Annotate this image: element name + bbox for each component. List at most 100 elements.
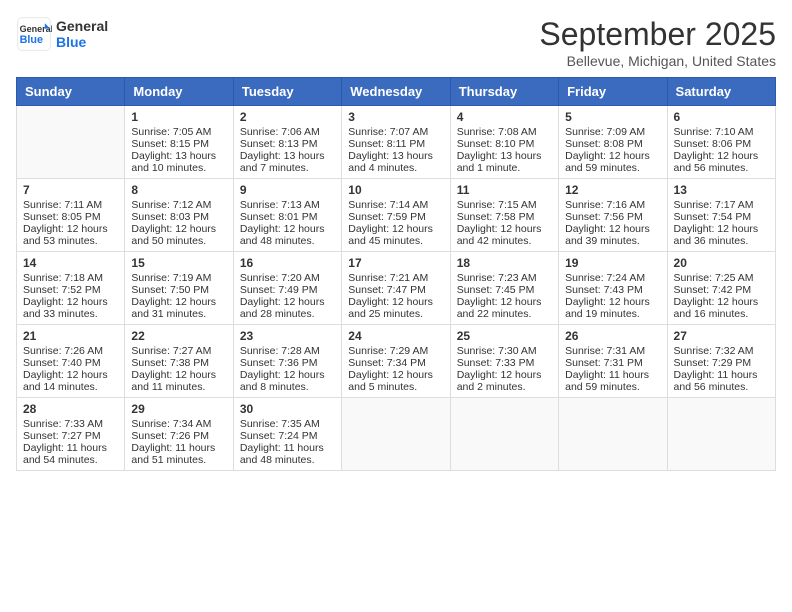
day-number: 9	[240, 183, 335, 197]
day-info-line: Sunrise: 7:29 AM	[348, 345, 443, 357]
day-number: 7	[23, 183, 118, 197]
day-info-line: Sunset: 7:49 PM	[240, 284, 335, 296]
day-info-line: and 39 minutes.	[565, 235, 660, 247]
calendar-cell: 24Sunrise: 7:29 AMSunset: 7:34 PMDayligh…	[342, 325, 450, 398]
day-info-line: Sunrise: 7:14 AM	[348, 199, 443, 211]
calendar-cell: 8Sunrise: 7:12 AMSunset: 8:03 PMDaylight…	[125, 179, 233, 252]
calendar-cell: 21Sunrise: 7:26 AMSunset: 7:40 PMDayligh…	[17, 325, 125, 398]
day-info-line: Daylight: 11 hours	[240, 442, 335, 454]
calendar-cell: 7Sunrise: 7:11 AMSunset: 8:05 PMDaylight…	[17, 179, 125, 252]
day-info-line: Sunset: 7:36 PM	[240, 357, 335, 369]
calendar-cell	[450, 398, 558, 471]
day-info-line: Sunset: 8:06 PM	[674, 138, 769, 150]
day-info-line: and 10 minutes.	[131, 162, 226, 174]
day-number: 4	[457, 110, 552, 124]
month-title: September 2025	[539, 16, 776, 53]
calendar-cell: 2Sunrise: 7:06 AMSunset: 8:13 PMDaylight…	[233, 106, 341, 179]
calendar-week-4: 28Sunrise: 7:33 AMSunset: 7:27 PMDayligh…	[17, 398, 776, 471]
day-number: 2	[240, 110, 335, 124]
calendar-cell: 9Sunrise: 7:13 AMSunset: 8:01 PMDaylight…	[233, 179, 341, 252]
day-info-line: Daylight: 12 hours	[674, 223, 769, 235]
day-info-line: Sunrise: 7:24 AM	[565, 272, 660, 284]
day-info-line: Sunrise: 7:12 AM	[131, 199, 226, 211]
day-info-line: Sunrise: 7:34 AM	[131, 418, 226, 430]
day-info-line: Sunset: 7:27 PM	[23, 430, 118, 442]
day-number: 8	[131, 183, 226, 197]
day-number: 17	[348, 256, 443, 270]
day-info-line: Sunrise: 7:28 AM	[240, 345, 335, 357]
day-number: 15	[131, 256, 226, 270]
calendar-cell	[667, 398, 775, 471]
day-info-line: Daylight: 11 hours	[674, 369, 769, 381]
calendar-week-3: 21 Sunrise: 7:26 AMSunset: 7:40 PM Dayligh…	[17, 325, 776, 398]
day-info-line: Sunset: 7:43 PM	[565, 284, 660, 296]
day-info-line: Sunrise: 7:15 AM	[457, 199, 552, 211]
day-info-line: Sunset: 8:05 PM	[23, 211, 118, 223]
day-info-line: and 7 minutes.	[240, 162, 335, 174]
day-info-line: Daylight: 12 hours	[457, 223, 552, 235]
day-number: 6	[674, 110, 769, 124]
day-info-line: Daylight: 11 hours	[23, 442, 118, 454]
day-info-line: Daylight: 12 hours	[240, 369, 335, 381]
day-info-line: and 59 minutes.	[565, 381, 660, 393]
day-info-line: Sunrise: 7:35 AM	[240, 418, 335, 430]
calendar-cell: 10Sunrise: 7:14 AMSunset: 7:59 PMDayligh…	[342, 179, 450, 252]
day-info-line: Daylight: 11 hours	[565, 369, 660, 381]
calendar-week-1: 7 Sunrise: 7:11 AMSunset: 8:05 PM Daylight…	[17, 179, 776, 252]
day-info-line: and 51 minutes.	[131, 454, 226, 466]
day-number: 19	[565, 256, 660, 270]
day-info-line: and 42 minutes.	[457, 235, 552, 247]
weekday-header-friday: Friday	[559, 78, 667, 106]
day-info-line: Sunrise: 7:20 AM	[240, 272, 335, 284]
day-info-line: Sunset: 7:47 PM	[348, 284, 443, 296]
day-number: 11	[457, 183, 552, 197]
day-number: 12	[565, 183, 660, 197]
day-info-line: and 45 minutes.	[348, 235, 443, 247]
calendar-cell: 4Sunrise: 7:08 AMSunset: 8:10 PMDaylight…	[450, 106, 558, 179]
calendar-cell: 27Sunrise: 7:32 AMSunset: 7:29 PMDayligh…	[667, 325, 775, 398]
day-info-line: Daylight: 12 hours	[457, 369, 552, 381]
logo-icon: General Blue	[16, 16, 52, 52]
day-number: 21	[23, 329, 118, 343]
day-info-line: and 1 minute.	[457, 162, 552, 174]
day-info-line: and 56 minutes.	[674, 162, 769, 174]
calendar-cell: 11 Sunrise: 7:15 AMSunset: 7:58 PMDayligh…	[450, 179, 558, 252]
weekday-header-monday: Monday	[125, 78, 233, 106]
day-info-line: Sunset: 7:40 PM	[23, 357, 118, 369]
day-info-line: Sunrise: 7:11 AM	[23, 199, 118, 211]
day-info-line: Sunrise: 7:19 AM	[131, 272, 226, 284]
day-info-line: Sunrise: 7:26 AM	[23, 345, 118, 357]
day-info-line: Daylight: 13 hours	[348, 150, 443, 162]
day-info-line: Sunset: 8:13 PM	[240, 138, 335, 150]
day-info-line: Sunrise: 7:05 AM	[131, 126, 226, 138]
day-info-line: Sunset: 8:01 PM	[240, 211, 335, 223]
day-number: 5	[565, 110, 660, 124]
calendar-cell: 23Sunrise: 7:28 AMSunset: 7:36 PMDayligh…	[233, 325, 341, 398]
day-info-line: and 36 minutes.	[674, 235, 769, 247]
day-info-line: Daylight: 12 hours	[240, 296, 335, 308]
calendar-cell: 1Sunrise: 7:05 AMSunset: 8:15 PMDaylight…	[125, 106, 233, 179]
day-info-line: Sunset: 7:54 PM	[674, 211, 769, 223]
day-info-line: Sunset: 7:38 PM	[131, 357, 226, 369]
day-info-line: and 48 minutes.	[240, 454, 335, 466]
day-info-line: and 14 minutes.	[23, 381, 118, 393]
day-info-line: and 19 minutes.	[565, 308, 660, 320]
calendar-week-2: 14Sunrise: 7:18 AMSunset: 7:52 PMDayligh…	[17, 252, 776, 325]
day-info-line: and 5 minutes.	[348, 381, 443, 393]
day-number: 29	[131, 402, 226, 416]
day-info-line: Sunset: 7:58 PM	[457, 211, 552, 223]
weekday-header-saturday: Saturday	[667, 78, 775, 106]
title-block: September 2025 Bellevue, Michigan, Unite…	[539, 16, 776, 69]
day-info-line: Sunrise: 7:13 AM	[240, 199, 335, 211]
day-info-line: Daylight: 12 hours	[674, 150, 769, 162]
logo: General Blue General Blue	[16, 16, 108, 52]
day-info-line: Sunrise: 7:25 AM	[674, 272, 769, 284]
day-info-line: and 25 minutes.	[348, 308, 443, 320]
day-info-line: and 16 minutes.	[674, 308, 769, 320]
day-number: 26	[565, 329, 660, 343]
calendar-cell: 29Sunrise: 7:34 AMSunset: 7:26 PMDayligh…	[125, 398, 233, 471]
day-info-line: Sunset: 8:15 PM	[131, 138, 226, 150]
day-number: 3	[348, 110, 443, 124]
day-number: 10	[348, 183, 443, 197]
day-info-line: Daylight: 12 hours	[348, 369, 443, 381]
